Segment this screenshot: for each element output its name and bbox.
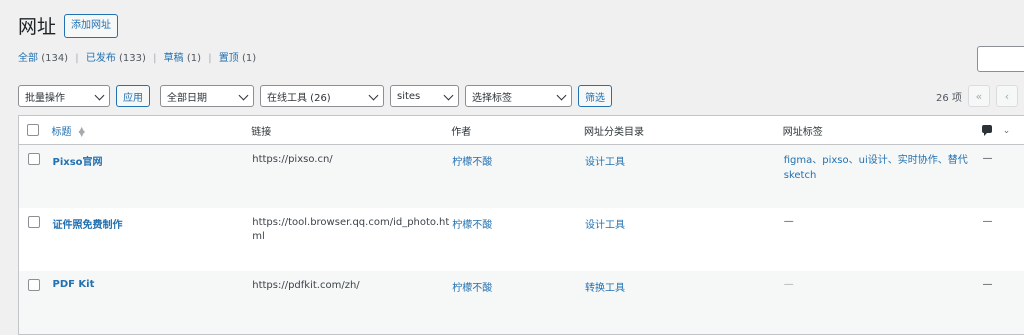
column-author-label: 作者 [451, 115, 585, 145]
row-title-cell: PDF Kit [51, 271, 251, 335]
row-tags-link[interactable]: sketch [784, 170, 817, 181]
column-link-label: 链接 [251, 115, 452, 145]
filter-draft-link[interactable]: 草稿 [164, 53, 184, 64]
search-input[interactable] [977, 46, 1024, 72]
chevron-down-icon [556, 90, 567, 101]
row-author-cell: 柠檬不酸 [451, 208, 584, 271]
title-row: 网址 添加网址 [18, 12, 119, 39]
filter-draft-count: (1) [186, 53, 202, 64]
row-title-link[interactable]: 证件照免费制作 [52, 220, 122, 231]
table-row: Pixso官网 https://pixso.cn/ 柠檬不酸 设计工具 figm… [18, 144, 1024, 209]
status-filter-links: 全部 (134) | 已发布 (133) | 草稿 (1) | 置顶 (1) [18, 49, 256, 64]
date-filter-value: 全部日期 [167, 92, 207, 104]
row-checkbox-cell [19, 208, 52, 271]
apply-button[interactable]: 应用 [116, 85, 150, 107]
row-url-cell: https://tool.browser.qq.com/id_photo.ht … [251, 208, 451, 271]
tag-filter-value: 选择标签 [472, 92, 512, 104]
filter-sticky-link[interactable]: 置顶 [219, 53, 239, 64]
column-tags-label: 网址标签 [782, 115, 982, 145]
row-comments: — [982, 153, 993, 164]
row-checkbox-cell [19, 145, 52, 209]
sites-table: 标题 ▲ ▼ 链接 作者 网址分类目录 网址标签 ⌄ Pixso官网 https:… [18, 115, 1024, 335]
row-author-link[interactable]: 柠檬不酸 [452, 283, 492, 294]
table-header-row: 标题 ▲ ▼ 链接 作者 网址分类目录 网址标签 ⌄ [18, 115, 1024, 145]
filter-published-count: (133) [119, 53, 146, 64]
bulk-action-value: 批量操作 [25, 92, 65, 104]
category-filter-select[interactable]: 在线工具 (26) [260, 85, 384, 107]
row-checkbox[interactable] [28, 216, 40, 228]
row-category-cell: 设计工具 [584, 145, 783, 209]
date-filter-select[interactable]: 全部日期 [160, 85, 254, 107]
pagination: 26 项 « ‹ [936, 85, 1018, 107]
select-all-cell [18, 115, 52, 145]
filter-all-count: (134) [41, 53, 69, 64]
separator: | [208, 53, 212, 64]
comment-icon [981, 124, 992, 136]
add-new-button[interactable]: 添加网址 [64, 13, 119, 38]
row-tags: — [783, 216, 794, 227]
row-tags-link[interactable]: figma、pixso、ui设计、实时协作、替代 [784, 155, 968, 166]
row-checkbox[interactable] [28, 153, 40, 165]
chevron-down-icon [94, 90, 105, 101]
filter-published-link[interactable]: 已发布 [86, 53, 116, 64]
filter-sticky-count: (1) [241, 53, 257, 64]
sort-icon[interactable]: ▲ ▼ [79, 125, 85, 137]
row-url: https://pdfkit.com/zh/ [252, 280, 360, 291]
items-count: 26 项 [936, 92, 962, 104]
row-checkbox-cell [19, 271, 52, 335]
row-title-cell: 证件照免费制作 [51, 208, 251, 271]
type-filter-select[interactable]: sites [390, 85, 459, 107]
filter-button[interactable]: 筛选 [578, 85, 612, 107]
page-title: 网址 [18, 16, 57, 38]
chevron-down-icon [368, 90, 379, 101]
row-author-cell: 柠檬不酸 [451, 271, 584, 335]
chevron-down-icon[interactable]: ⌄ [1003, 126, 1011, 136]
column-title[interactable]: 标题 ▲ ▼ [51, 115, 252, 145]
select-all-checkbox[interactable] [27, 124, 39, 136]
column-comments: ⌄ [981, 115, 1024, 145]
table-nav-top: 批量操作 应用 全部日期 在线工具 (26) sites 选择标签 筛选 [18, 84, 622, 108]
column-category-label: 网址分类目录 [584, 115, 783, 145]
category-filter-value: 在线工具 (26) [267, 92, 331, 104]
row-comments: — [982, 279, 993, 290]
row-title-link[interactable]: Pixso官网 [52, 157, 102, 168]
row-tags: — [783, 279, 794, 290]
row-tags-cell: figma、pixso、ui设计、实时协作、替代 sketch [783, 145, 982, 209]
row-checkbox[interactable] [28, 279, 40, 291]
row-author-cell: 柠檬不酸 [451, 145, 584, 209]
row-url: https://tool.browser.qq.com/id_photo.ht [252, 217, 450, 228]
row-title-cell: Pixso官网 [51, 145, 251, 209]
chevron-down-icon [238, 90, 249, 101]
column-title-label[interactable]: 标题 [51, 127, 71, 138]
row-category-link[interactable]: 转换工具 [585, 283, 625, 294]
row-url: ml [252, 231, 265, 242]
row-category-cell: 转换工具 [584, 271, 783, 335]
row-category-link[interactable]: 设计工具 [585, 220, 625, 231]
row-comments: — [982, 216, 993, 227]
prev-page-button[interactable]: ‹ [995, 85, 1018, 107]
tag-filter-select[interactable]: 选择标签 [465, 85, 572, 107]
separator: | [75, 53, 79, 64]
row-url: https://pixso.cn/ [252, 154, 333, 165]
row-category-link[interactable]: 设计工具 [585, 157, 625, 168]
filter-all-link[interactable]: 全部 [18, 53, 38, 64]
row-category-cell: 设计工具 [584, 208, 783, 271]
row-author-link[interactable]: 柠檬不酸 [452, 220, 492, 231]
separator: | [153, 53, 157, 64]
type-filter-value: sites [397, 90, 421, 102]
first-page-button[interactable]: « [967, 85, 990, 107]
table-row: 证件照免费制作 https://tool.browser.qq.com/id_p… [19, 208, 1024, 271]
table-row: PDF Kit https://pdfkit.com/zh/ 柠檬不酸 转换工具… [18, 271, 1024, 335]
row-title-link[interactable]: PDF Kit [52, 279, 94, 290]
row-author-link[interactable]: 柠檬不酸 [452, 157, 492, 168]
bulk-action-select[interactable]: 批量操作 [18, 85, 110, 107]
chevron-down-icon [443, 90, 454, 101]
